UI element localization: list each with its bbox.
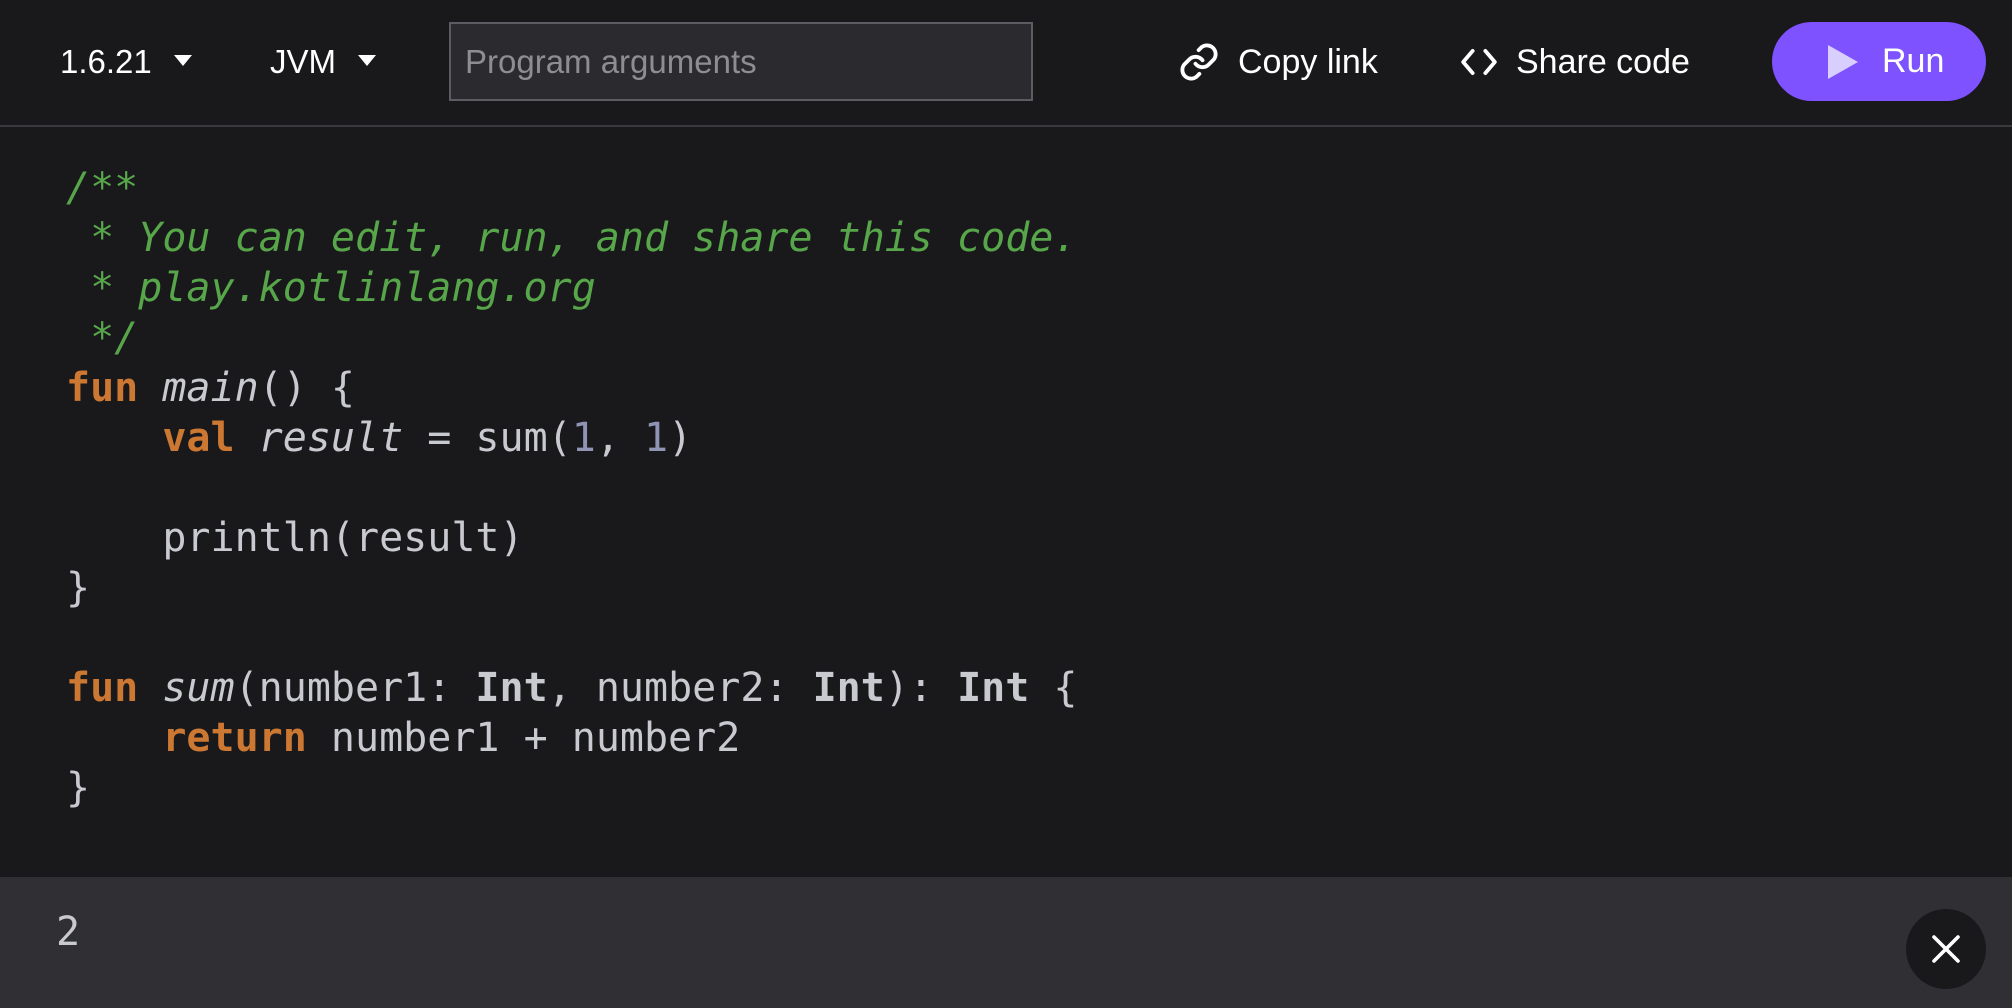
caret-down-icon	[358, 54, 376, 66]
play-icon	[1828, 44, 1858, 79]
code-line: fun main() {	[66, 363, 1078, 413]
code-token-keyword: fun	[66, 665, 139, 711]
code-token-var: result	[258, 415, 404, 461]
code-area[interactable]: /** * You can edit, run, and share this …	[66, 163, 1078, 813]
code-token-comment: /**	[66, 165, 139, 211]
code-token-plain: println(result)	[66, 515, 524, 561]
copy-link-button[interactable]: Copy link	[1178, 36, 1378, 88]
code-line: return number1 + number2	[66, 713, 1078, 763]
code-token-plain: )	[668, 415, 693, 461]
code-line: */	[66, 313, 1078, 363]
code-token-type: Int	[957, 665, 1030, 711]
code-token-comment: * You can edit, run, and share this code…	[66, 215, 1078, 261]
code-token-fn: main	[162, 365, 259, 411]
close-output-button[interactable]	[1906, 909, 1986, 989]
code-token-num: 1	[644, 415, 669, 461]
code-editor[interactable]: /** * You can edit, run, and share this …	[0, 129, 2012, 957]
code-line: val result = sum(1, 1)	[66, 413, 1078, 463]
code-token-plain: (number1:	[234, 665, 476, 711]
share-code-label: Share code	[1516, 42, 1690, 81]
kotlin-playground: 1.6.21 JVM Copy link Share code	[0, 0, 2012, 1008]
code-token-type: Int	[812, 665, 885, 711]
version-dropdown[interactable]: 1.6.21	[60, 36, 192, 88]
code-line: }	[66, 763, 1078, 813]
close-icon	[1932, 935, 1960, 963]
code-token-keyword: return	[162, 715, 307, 761]
version-dropdown-value: 1.6.21	[60, 43, 152, 80]
code-token-plain: ):	[884, 665, 958, 711]
run-button[interactable]: Run	[1772, 22, 1986, 101]
program-arguments-input[interactable]	[449, 22, 1033, 101]
code-line: }	[66, 563, 1078, 613]
target-dropdown-value: JVM	[270, 43, 336, 80]
code-token-plain: {	[1029, 665, 1078, 711]
code-token-plain: }	[66, 565, 91, 611]
code-line: /**	[66, 163, 1078, 213]
code-line: ​	[66, 613, 1078, 663]
code-line: fun sum(number1: Int, number2: Int): Int…	[66, 663, 1078, 713]
code-line: ​	[66, 463, 1078, 513]
code-line: * You can edit, run, and share this code…	[66, 213, 1078, 263]
code-token-plain: number1 + number2	[306, 715, 741, 761]
code-token-comment: */	[66, 315, 139, 361]
code-token-plain: , number2:	[547, 665, 813, 711]
code-token-comment: * play.kotlinlang.org	[66, 265, 596, 311]
code-line: * play.kotlinlang.org	[66, 263, 1078, 313]
code-token-keyword: val	[162, 415, 235, 461]
link-icon	[1180, 43, 1218, 81]
code-token-plain: ,	[595, 415, 645, 461]
code-token-plain: = sum(	[403, 415, 572, 461]
output-text: 2	[56, 909, 81, 955]
code-brackets-icon	[1461, 49, 1497, 75]
code-token-num: 1	[571, 415, 596, 461]
code-token-fn: sum	[162, 665, 235, 711]
share-code-button[interactable]: Share code	[1460, 36, 1690, 88]
toolbar: 1.6.21 JVM Copy link Share code	[0, 0, 2012, 127]
target-platform-dropdown[interactable]: JVM	[270, 36, 376, 88]
code-line: println(result)	[66, 513, 1078, 563]
copy-link-label: Copy link	[1238, 42, 1378, 81]
code-token-keyword: fun	[66, 365, 139, 411]
run-label: Run	[1882, 42, 1945, 80]
caret-down-icon	[173, 54, 192, 66]
code-token-plain: () {	[258, 365, 355, 411]
code-token-plain: }	[66, 765, 91, 811]
output-panel: 2	[0, 877, 2012, 1008]
code-token-type: Int	[475, 665, 548, 711]
